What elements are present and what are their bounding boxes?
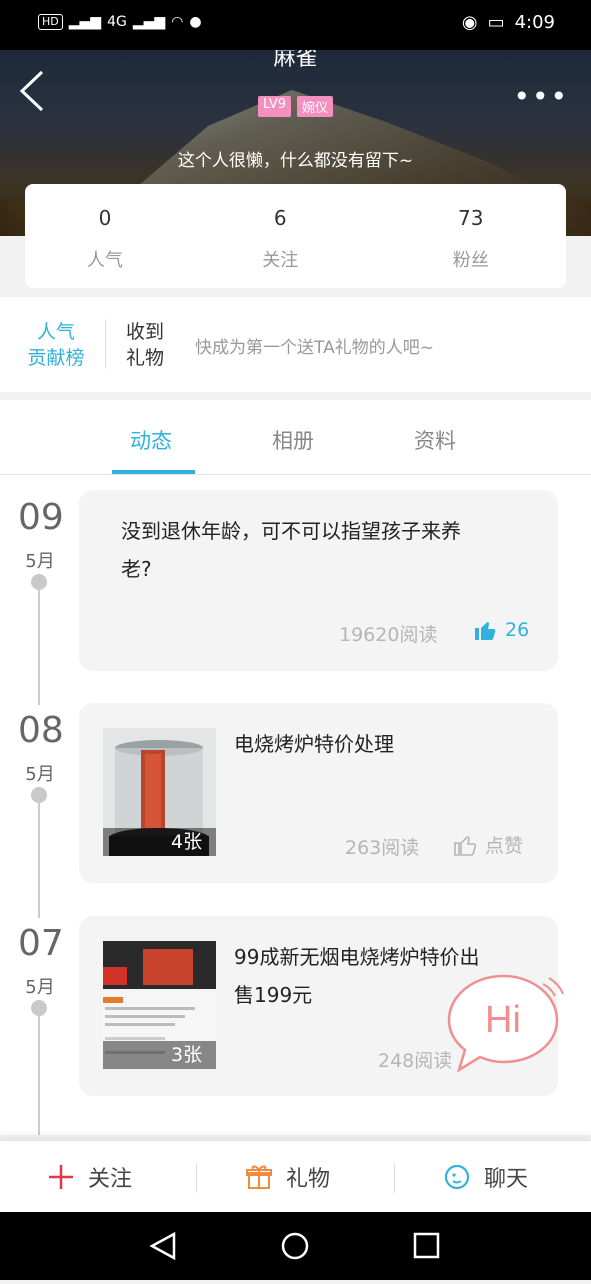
post-month: 5月 bbox=[25, 977, 55, 998]
tab-active-indicator bbox=[112, 470, 195, 474]
contribution-ranking-link[interactable]: 人气 贡献榜 bbox=[26, 319, 86, 371]
like-count: 26 bbox=[505, 619, 530, 641]
follow-button[interactable]: 关注 bbox=[48, 1161, 132, 1193]
network-label: 4G bbox=[107, 14, 127, 30]
chat-icon bbox=[444, 1164, 470, 1190]
tab-posts[interactable]: 动态 bbox=[130, 425, 172, 455]
system-nav-bar bbox=[0, 1212, 591, 1280]
received-gifts-label: 收到 礼物 bbox=[126, 321, 165, 369]
post-text: 没到退休年龄，可不可以指望孩子来养 老? bbox=[121, 519, 461, 581]
bio: 这个人很懒，什么都没有留下~ bbox=[177, 151, 414, 171]
like-button[interactable]: 点赞 bbox=[453, 831, 523, 858]
post-card[interactable]: 4张 电烧烤炉特价处理 263阅读 点赞 bbox=[79, 703, 558, 883]
like-button[interactable]: 26 bbox=[473, 618, 529, 642]
hi-text: Hi bbox=[485, 999, 521, 1041]
plus-icon bbox=[49, 1165, 73, 1189]
read-count: 248阅读 bbox=[378, 1050, 453, 1072]
title-badge: 婉仪 bbox=[296, 96, 333, 117]
post-day: 08 bbox=[18, 710, 64, 751]
post-month: 5月 bbox=[25, 764, 55, 785]
timeline-dot bbox=[31, 574, 47, 590]
gift-icon bbox=[246, 1165, 272, 1189]
timeline-dot bbox=[31, 787, 47, 803]
tab-profile-info[interactable]: 资料 bbox=[414, 425, 456, 455]
post-text: 99成新无烟电烧烤炉特价出 售199元 bbox=[234, 945, 480, 1007]
stat-popularity[interactable]: 0 人气 bbox=[25, 184, 185, 288]
post-month: 5月 bbox=[25, 551, 55, 572]
post-day: 09 bbox=[18, 497, 64, 538]
post-text: 电烧烤炉特价处理 bbox=[234, 732, 394, 756]
thumbs-up-outline-icon bbox=[454, 835, 477, 856]
stat-following[interactable]: 6 关注 bbox=[185, 184, 376, 288]
hi-bubble-icon: Hi bbox=[447, 974, 564, 1073]
nav-home-icon[interactable] bbox=[281, 1232, 309, 1260]
timeline-dot bbox=[31, 1000, 47, 1016]
photo-count: 4张 bbox=[103, 828, 216, 856]
profile-tabs: 动态 相册 资料 bbox=[0, 400, 591, 475]
battery-icon: ▭ bbox=[487, 12, 505, 33]
user-tags: LV9 婉仪 bbox=[0, 96, 591, 117]
like-label: 点赞 bbox=[485, 835, 524, 857]
status-bar: HD ▂▄▆ 4G ▂▄▆ ◠ ● ◉ ▭ 4:09 bbox=[0, 0, 591, 50]
hd-indicator: HD bbox=[38, 14, 63, 30]
level-badge: LV9 bbox=[258, 96, 291, 117]
post-day: 07 bbox=[18, 923, 64, 964]
stats-card: 0 人气 6 关注 73 粉丝 bbox=[25, 184, 566, 288]
tab-album[interactable]: 相册 bbox=[272, 425, 314, 455]
say-hi-button[interactable]: Hi bbox=[445, 970, 567, 1084]
wifi-icon: ◠ bbox=[171, 14, 184, 30]
bottom-action-bar: 关注 礼物 聊天 bbox=[0, 1140, 591, 1213]
nav-back-icon[interactable] bbox=[149, 1231, 176, 1261]
stat-followers[interactable]: 73 粉丝 bbox=[376, 184, 567, 288]
signal-icon: ▂▄▆ bbox=[68, 14, 102, 30]
gift-hint: 快成为第一个送TA礼物的人吧~ bbox=[195, 338, 434, 358]
clock: 4:09 bbox=[514, 12, 555, 33]
nav-recents-icon[interactable] bbox=[413, 1232, 440, 1259]
post-thumbnail[interactable]: 3张 bbox=[103, 941, 216, 1069]
post-card[interactable]: 没到退休年龄，可不可以指望孩子来养 老? 19620阅读 26 bbox=[79, 490, 558, 671]
gift-button[interactable]: 礼物 bbox=[246, 1161, 330, 1193]
wechat-icon: ● bbox=[189, 14, 202, 30]
chat-button[interactable]: 聊天 bbox=[444, 1161, 528, 1193]
post-thumbnail[interactable]: 4张 bbox=[103, 728, 216, 856]
thumbs-up-icon bbox=[475, 622, 496, 640]
eye-icon: ◉ bbox=[461, 12, 478, 33]
read-count: 19620阅读 bbox=[339, 624, 438, 646]
signal-icon-2: ▂▄▆ bbox=[132, 14, 166, 30]
gift-section[interactable]: 人气 贡献榜 收到 礼物 快成为第一个送TA礼物的人吧~ bbox=[0, 297, 591, 392]
photo-count: 3张 bbox=[103, 1041, 216, 1069]
read-count: 263阅读 bbox=[345, 837, 420, 859]
